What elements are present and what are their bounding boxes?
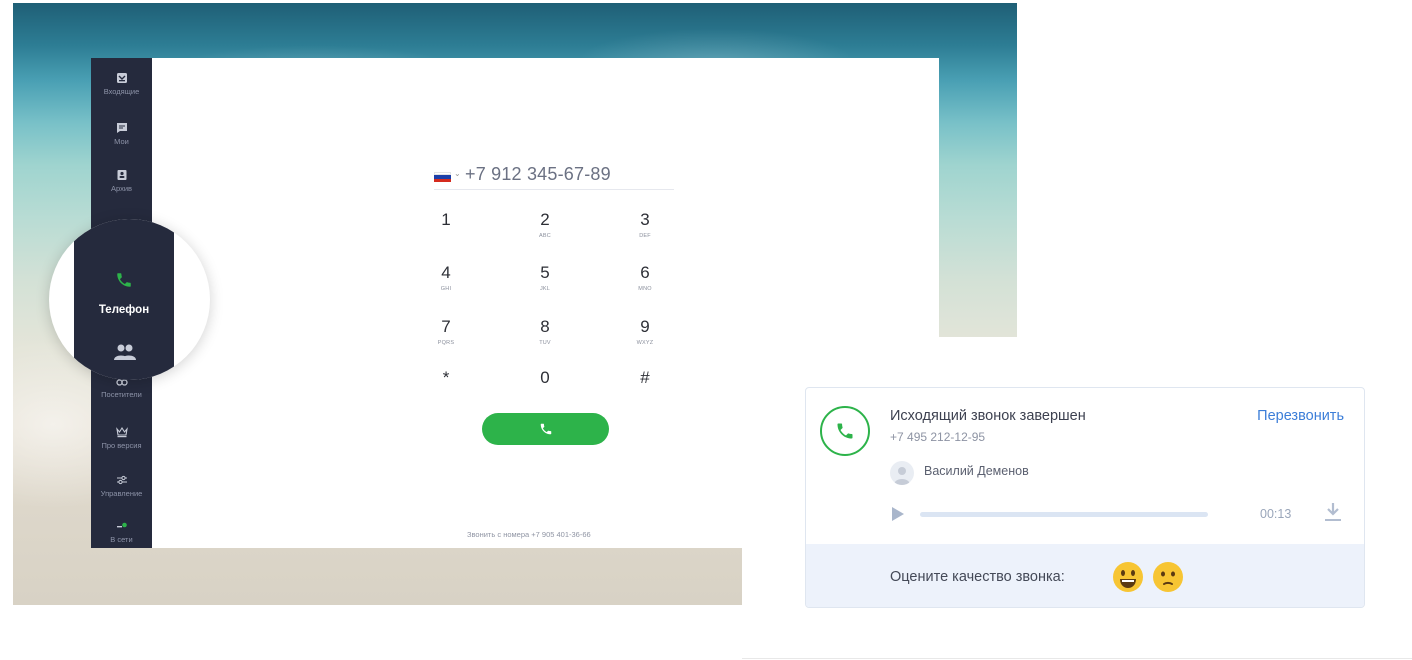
user-avatar-icon [894, 467, 910, 485]
sidebar-item-label: Архив [110, 184, 132, 193]
key-digit: 5 [540, 263, 550, 282]
call-number: +7 495 212-12-95 [890, 430, 986, 444]
keypad-key-7[interactable]: 7 PQRS [416, 317, 476, 359]
key-letters: JKL [539, 286, 551, 292]
key-digit: 4 [441, 263, 451, 282]
key-digit: 8 [540, 317, 550, 336]
sidebar-item-label: В сети [110, 535, 133, 544]
keypad-key-1[interactable]: 1 [416, 210, 476, 252]
audio-duration: 00:13 [1260, 507, 1292, 521]
chat-icon [116, 123, 127, 133]
online-status-icon [116, 522, 127, 528]
divider [742, 658, 1412, 659]
key-digit: 6 [640, 263, 650, 282]
phone-icon [837, 423, 853, 439]
key-letters: WXYZ [636, 340, 654, 346]
call-rating-bar: Оцените качество звонка: [806, 544, 1364, 607]
keypad-key-9[interactable]: 9 WXYZ [615, 317, 675, 359]
magnified-phone-nav-item[interactable]: Телефон [49, 219, 210, 380]
happy-emoji-icon[interactable] [1112, 561, 1144, 593]
keypad-key-2[interactable]: 2 ABC [515, 210, 575, 252]
keypad-key-3[interactable]: 3 DEF [615, 210, 675, 252]
key-letters: PQRS [437, 340, 455, 346]
sidebar-zoom: Телефон [74, 219, 174, 380]
key-digit: # [640, 368, 650, 387]
phone-number-input[interactable]: +7 912 345-67-89 [465, 164, 611, 185]
keypad-key-0[interactable]: 0 [515, 368, 575, 410]
rating-label: Оцените качество звонка: [890, 569, 1065, 585]
phone-icon [540, 423, 551, 435]
key-digit: 2 [540, 210, 550, 229]
key-letters: ABC [539, 233, 551, 239]
keypad-key-6[interactable]: 6 MNO [615, 263, 675, 305]
sidebar-item-label: Управление [100, 489, 143, 498]
key-digit: 7 [441, 317, 451, 336]
call-button[interactable] [482, 413, 609, 445]
key-letters: TUV [539, 340, 551, 346]
neutral-emoji-icon[interactable] [1152, 561, 1184, 593]
key-letters: DEF [639, 233, 651, 239]
phone-icon [117, 273, 131, 287]
agent-name: Василий Деменов [924, 464, 1029, 478]
archive-icon [117, 170, 126, 180]
key-letters: MNO [638, 286, 652, 292]
key-digit: 0 [540, 368, 550, 387]
keypad-key-4[interactable]: 4 GHI [416, 263, 476, 305]
sidebar-item-archive[interactable]: Архив [91, 169, 152, 193]
chevron-down-icon[interactable]: ⌄ [454, 169, 461, 178]
play-icon[interactable] [891, 506, 905, 522]
call-notification-card: Исходящий звонок завершен +7 495 212-12-… [805, 387, 1365, 608]
key-digit: 3 [640, 210, 650, 229]
visitors-icon [114, 344, 136, 360]
keypad-key-5[interactable]: 5 JKL [515, 263, 575, 305]
russia-flag-icon[interactable] [434, 172, 451, 182]
key-digit: 9 [640, 317, 650, 336]
keypad-key-hash[interactable]: # [615, 368, 675, 410]
sidebar-item-label: Про версия [101, 441, 142, 450]
call-status-title: Исходящий звонок завершен [890, 408, 1086, 424]
keypad-key-8[interactable]: 8 TUV [515, 317, 575, 359]
sidebar-item-label: Мои [114, 137, 129, 146]
sidebar-item-inbox[interactable]: Входящие [91, 72, 152, 96]
audio-progress-bar[interactable] [920, 512, 1208, 517]
call-status-icon [820, 406, 870, 456]
sidebar-item-online-status[interactable]: В сети [91, 520, 152, 544]
sidebar-item-pro[interactable]: Про версия [91, 426, 152, 450]
callback-link[interactable]: Перезвонить [1257, 408, 1344, 424]
crown-icon [115, 426, 128, 438]
key-letters: GHI [440, 286, 452, 292]
keypad-key-star[interactable]: * [416, 368, 476, 410]
sliders-icon [116, 475, 127, 485]
sidebar-item-my[interactable]: Мои [91, 122, 152, 146]
inbox-icon [116, 73, 127, 83]
sidebar-item-label: Посетители [101, 390, 142, 399]
sidebar-item-label: Телефон [98, 304, 150, 316]
avatar [890, 461, 914, 485]
key-digit: * [442, 368, 450, 387]
sidebar-item-label: Входящие [103, 87, 140, 96]
key-digit: 1 [441, 210, 451, 229]
phone-number-field[interactable]: ⌄ +7 912 345-67-89 [434, 160, 674, 190]
call-from-number: Звонить с номера +7 905 401-36-66 [467, 530, 591, 539]
sidebar-item-management[interactable]: Управление [91, 474, 152, 498]
download-icon[interactable] [1324, 502, 1342, 522]
